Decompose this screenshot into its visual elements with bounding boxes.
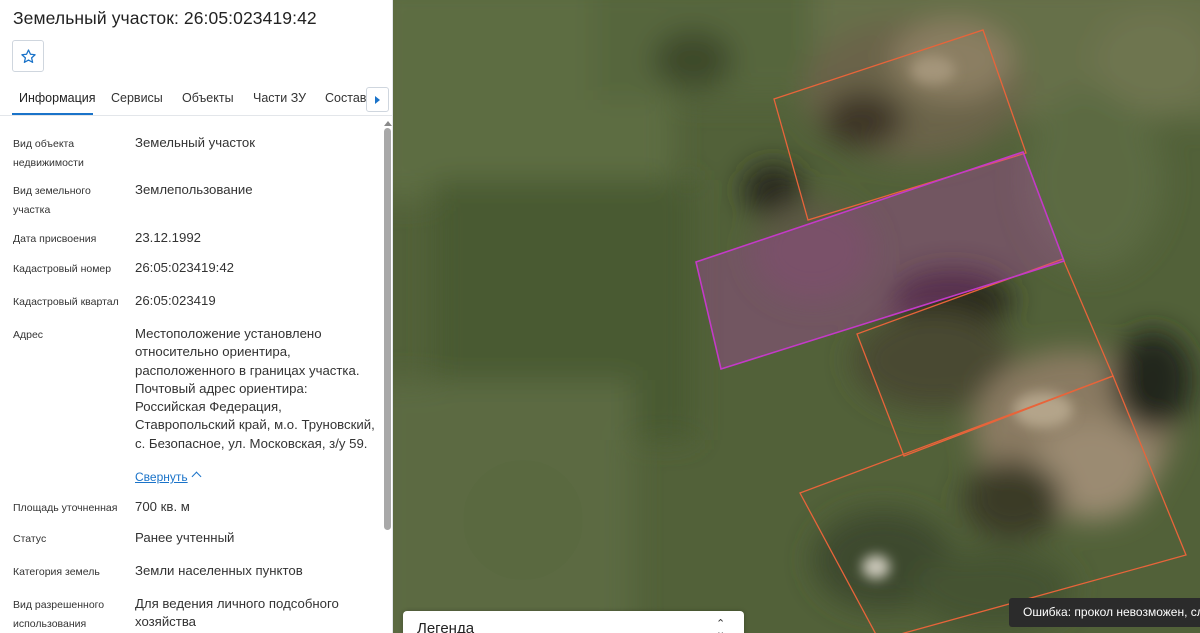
tab-parcel-parts[interactable]: Части ЗУ: [253, 91, 306, 105]
tabs-scroll-right-button[interactable]: [366, 87, 389, 112]
tab-services[interactable]: Сервисы: [111, 91, 163, 105]
tab-objects[interactable]: Объекты: [182, 91, 234, 105]
page-title: Земельный участок: 26:05:023419:42: [13, 8, 317, 28]
field-value: Земельный участок: [135, 135, 256, 150]
field-label: Адрес: [13, 329, 44, 341]
expand-collapse-icon[interactable]: ⌃ ⌄: [716, 619, 725, 633]
field-value: Земли населенных пунктов: [135, 563, 303, 578]
tab-composition[interactable]: Состав: [325, 91, 366, 105]
info-panel: Земельный участок: 26:05:023419:42 Инфор…: [0, 0, 393, 633]
field-label: Кадастровый квартал: [13, 296, 119, 308]
field-value: Для ведения личного подсобного хозяйства: [135, 596, 339, 630]
field-label: Площадь уточненная: [13, 502, 118, 514]
caret-right-icon: [375, 95, 380, 104]
scrollbar-thumb[interactable]: [384, 128, 391, 530]
legend-panel[interactable]: Легенда ⌃ ⌄: [403, 611, 744, 633]
favorite-button[interactable]: [12, 40, 44, 72]
tab-information[interactable]: Информация: [19, 91, 96, 105]
chevron-up-icon[interactable]: [191, 471, 202, 482]
map-view[interactable]: [393, 0, 1200, 633]
field-label: Вид земельного участка: [13, 185, 91, 216]
error-toast: Ошибка: прокол невозможен, сл: [1009, 598, 1200, 627]
collapse-link[interactable]: Свернуть: [135, 470, 188, 484]
scroll-up-icon[interactable]: [384, 121, 392, 126]
field-label: Вид объекта недвижимости: [13, 138, 84, 169]
field-value: 26:05:023419:42: [135, 260, 235, 275]
field-value: 26:05:023419: [135, 293, 216, 308]
star-outline-icon: [20, 48, 36, 63]
satellite-imagery: [393, 0, 1200, 633]
field-value: 23.12.1992: [135, 230, 202, 245]
field-value: 700 кв. м: [135, 499, 190, 514]
field-value: Ранее учтенный: [135, 530, 235, 545]
field-label: Вид разрешенного использования: [13, 599, 105, 630]
tab-bar: Информация Сервисы Объекты Части ЗУ Сост…: [0, 82, 392, 116]
legend-title: Легенда: [417, 620, 475, 633]
field-label: Дата присвоения: [13, 233, 97, 245]
field-value: Местоположение установлено относительно …: [135, 326, 375, 451]
field-label: Статус: [13, 533, 47, 545]
field-label: Кадастровый номер: [13, 263, 112, 275]
field-label: Категория земель: [13, 566, 100, 578]
field-value: Землепользование: [135, 182, 253, 197]
active-tab-indicator: [12, 113, 93, 115]
